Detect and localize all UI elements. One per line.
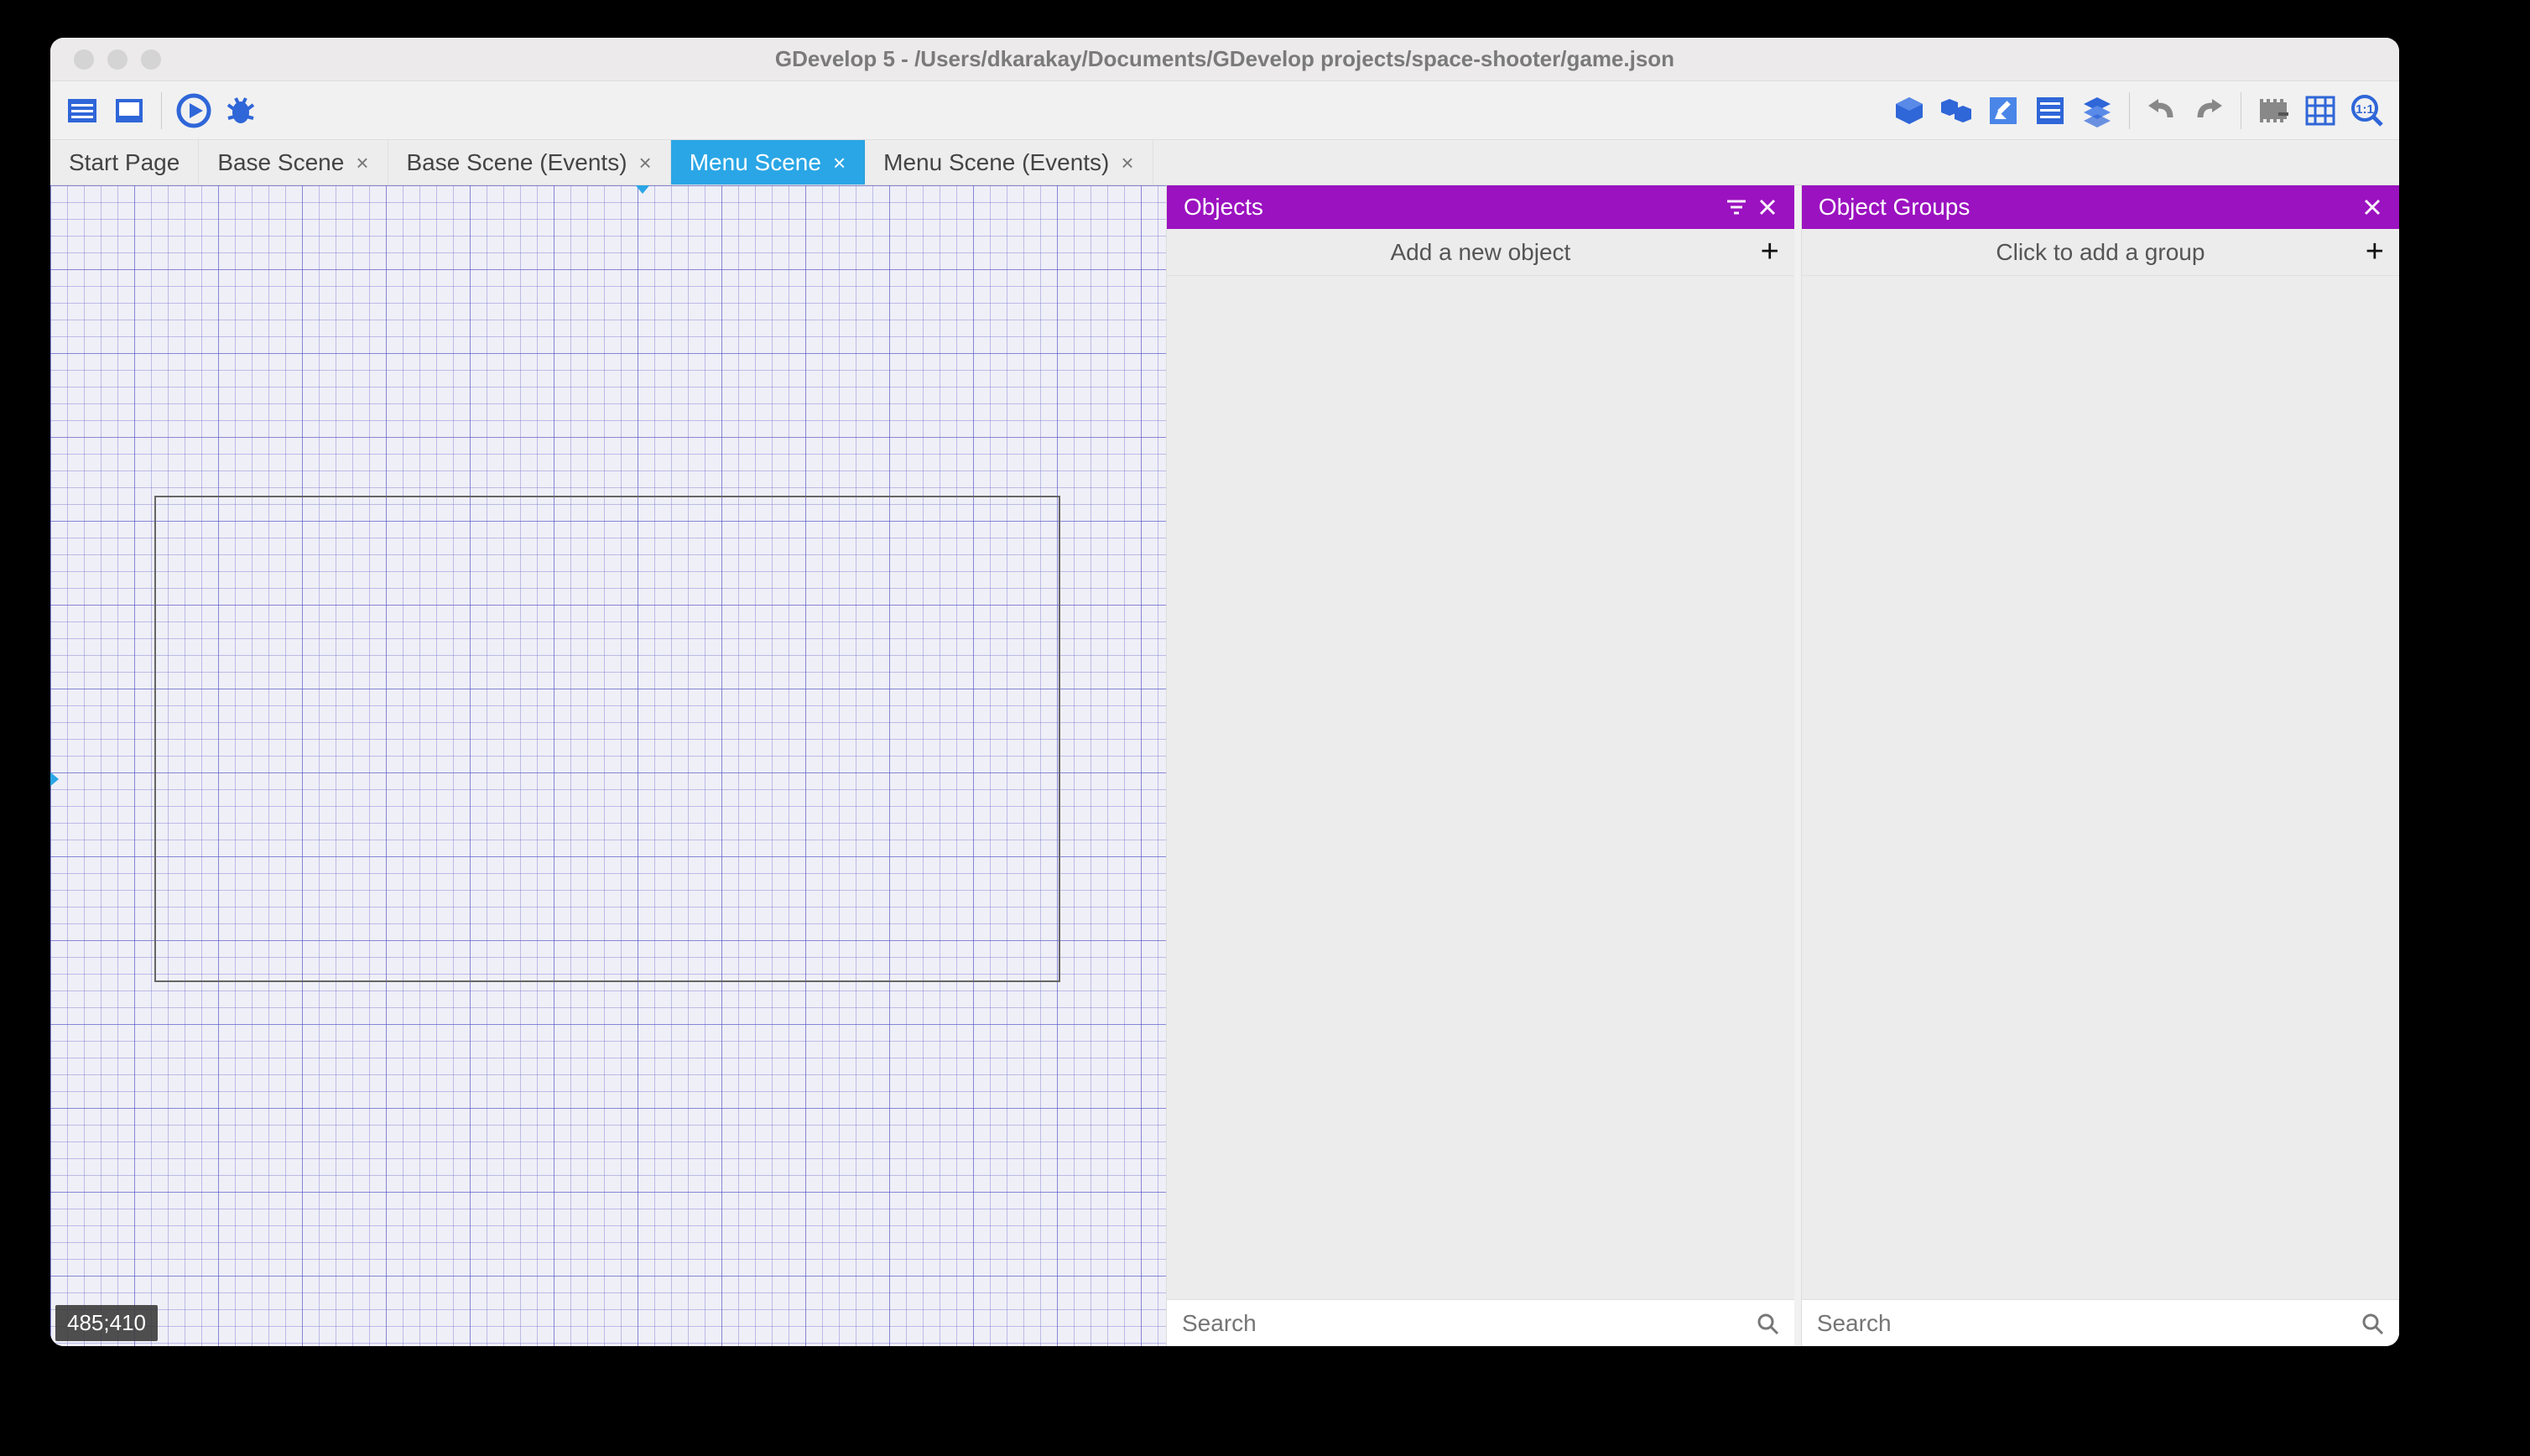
- origin-marker-left-icon: [50, 771, 59, 788]
- add-group-row[interactable]: Click to add a group +: [1802, 229, 2399, 276]
- layers-icon: [2080, 94, 2114, 127]
- groups-search-row: [1802, 1299, 2399, 1346]
- tab-label: Menu Scene (Events): [883, 149, 1109, 176]
- window-title: GDevelop 5 - /Users/dkarakay/Documents/G…: [50, 46, 2399, 72]
- redo-icon: [2192, 94, 2225, 127]
- undo-icon: [2145, 94, 2179, 127]
- grid-icon: [2304, 94, 2337, 127]
- add-object-label: Add a new object: [1391, 239, 1571, 266]
- scene-frame: [154, 496, 1060, 982]
- window-traffic-lights: [50, 49, 161, 70]
- tab-close-button[interactable]: ×: [1121, 152, 1133, 174]
- layers-button[interactable]: [2077, 91, 2117, 131]
- close-icon: [2362, 197, 2382, 217]
- toolbar-separator: [2129, 92, 2130, 129]
- toggle-grid-button[interactable]: [2300, 91, 2340, 131]
- project-manager-button[interactable]: [62, 91, 102, 131]
- tab-start-page[interactable]: Start Page: [50, 140, 199, 185]
- add-object-button[interactable]: [1889, 91, 1929, 131]
- add-object-plus-button[interactable]: +: [1761, 234, 1779, 270]
- titlebar: GDevelop 5 - /Users/dkarakay/Documents/G…: [50, 38, 2399, 81]
- objects-panel-title: Objects: [1184, 194, 1263, 221]
- tab-close-button[interactable]: ×: [833, 152, 846, 174]
- tab-label: Base Scene: [217, 149, 344, 176]
- groups-search-input[interactable]: [1817, 1310, 2361, 1337]
- tab-menu-scene[interactable]: Menu Scene ×: [671, 140, 865, 185]
- objects-search-row: [1167, 1299, 1794, 1346]
- search-icon: [1756, 1312, 1779, 1335]
- groups-panel-close-button[interactable]: [2362, 197, 2382, 217]
- zoom-fit-button[interactable]: 1:1: [2347, 91, 2387, 131]
- groups-panel-header: Object Groups: [1802, 185, 2399, 229]
- add-group-plus-button[interactable]: +: [2366, 234, 2384, 270]
- origin-marker-top-icon: [634, 185, 651, 194]
- add-group-label: Click to add a group: [1996, 239, 2205, 266]
- play-icon: [176, 93, 211, 128]
- cursor-coordinates: 485;410: [55, 1305, 158, 1341]
- scene-canvas[interactable]: 485;410: [50, 185, 1166, 1346]
- tab-menu-scene-events[interactable]: Menu Scene (Events) ×: [865, 140, 1153, 185]
- tab-close-button[interactable]: ×: [356, 152, 368, 174]
- tab-base-scene-events[interactable]: Base Scene (Events) ×: [388, 140, 671, 185]
- close-icon: [1757, 197, 1778, 217]
- objects-search-input[interactable]: [1182, 1310, 1756, 1337]
- toolbar-separator: [161, 92, 162, 129]
- redo-button[interactable]: [2189, 91, 2229, 131]
- objects-list[interactable]: [1167, 276, 1794, 1299]
- export-icon: [112, 94, 146, 127]
- tab-close-button[interactable]: ×: [639, 152, 652, 174]
- play-button[interactable]: [174, 91, 214, 131]
- cube-icon: [1892, 94, 1926, 127]
- undo-button[interactable]: [2142, 91, 2182, 131]
- zoom-window-button[interactable]: [141, 49, 161, 70]
- project-manager-icon: [65, 94, 99, 127]
- objects-filter-button[interactable]: [1726, 196, 1747, 218]
- debug-icon: [223, 93, 258, 128]
- tab-label: Menu Scene: [690, 149, 821, 176]
- tab-label: Base Scene (Events): [407, 149, 627, 176]
- pencil-icon: [1986, 94, 2020, 127]
- minimize-window-button[interactable]: [107, 49, 128, 70]
- add-object-row[interactable]: Add a new object +: [1167, 229, 1794, 276]
- tab-label: Start Page: [69, 149, 180, 176]
- tab-base-scene[interactable]: Base Scene ×: [199, 140, 388, 185]
- debug-button[interactable]: [221, 91, 261, 131]
- objects-panel: Objects Add a new object +: [1166, 185, 1794, 1346]
- groups-list[interactable]: [1802, 276, 2399, 1299]
- close-window-button[interactable]: [74, 49, 94, 70]
- zoom-fit-icon: 1:1: [2350, 93, 2385, 128]
- edit-scene-button[interactable]: [1983, 91, 2023, 131]
- editor-content: 485;410 Objects Add a new object +: [50, 185, 2399, 1346]
- list-icon: [2033, 94, 2067, 127]
- svg-text:1:1: 1:1: [2356, 102, 2374, 117]
- properties-button[interactable]: [2030, 91, 2070, 131]
- object-groups-panel: Object Groups Click to add a group +: [1801, 185, 2399, 1346]
- main-toolbar: 1:1: [50, 81, 2399, 140]
- cubes-icon: [1939, 94, 1973, 127]
- add-instance-button[interactable]: [1936, 91, 1976, 131]
- app-window: GDevelop 5 - /Users/dkarakay/Documents/G…: [50, 38, 2399, 1346]
- tab-bar: Start Page Base Scene × Base Scene (Even…: [50, 140, 2399, 185]
- objects-panel-close-button[interactable]: [1757, 197, 1778, 217]
- groups-panel-title: Object Groups: [1819, 194, 1970, 221]
- filter-icon: [1726, 196, 1747, 218]
- search-icon: [2361, 1312, 2384, 1335]
- zoom-out-button[interactable]: [2253, 91, 2293, 131]
- filmstrip-icon: [2257, 94, 2290, 127]
- export-button[interactable]: [109, 91, 149, 131]
- objects-panel-header: Objects: [1167, 185, 1794, 229]
